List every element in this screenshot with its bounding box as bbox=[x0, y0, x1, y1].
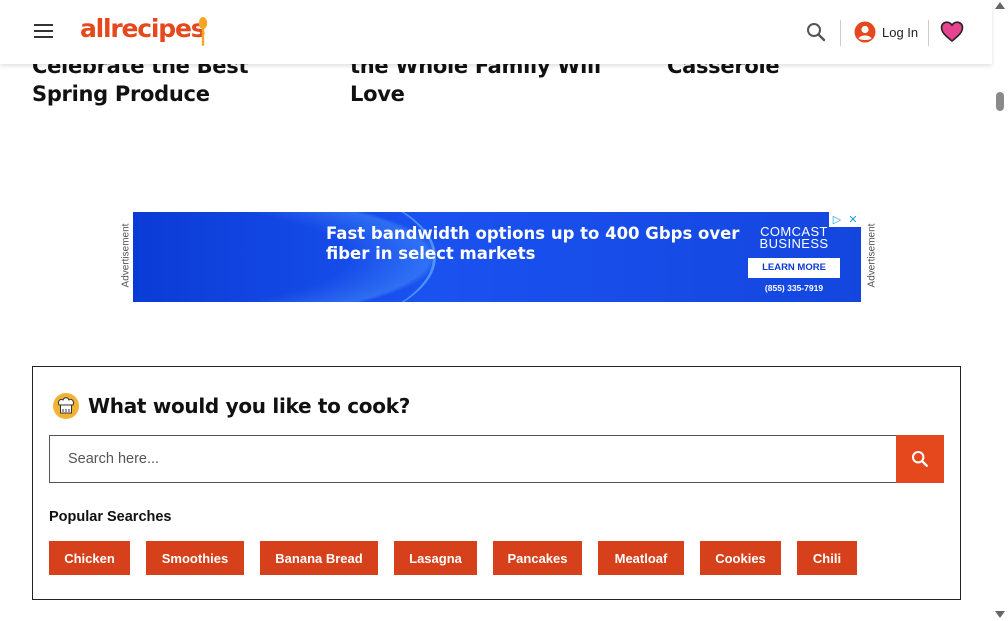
popular-search-chip[interactable]: Meatloaf bbox=[598, 541, 684, 575]
cook-search-title: What would you like to cook? bbox=[88, 394, 410, 418]
popular-search-chip[interactable]: Lasagna bbox=[394, 541, 477, 575]
ad-learn-more-button[interactable]: LEARN MORE bbox=[748, 258, 840, 278]
recipe-search-field[interactable] bbox=[49, 435, 897, 483]
popular-search-chip[interactable]: Pancakes bbox=[493, 541, 582, 575]
ad-brand-line2: BUSINESS bbox=[759, 236, 829, 251]
login-label: Log In bbox=[882, 24, 919, 40]
allrecipes-logo[interactable]: allrecipes bbox=[80, 14, 206, 43]
comcast-ad-banner[interactable]: Fast bandwidth options up to 400 Gbps ov… bbox=[133, 212, 861, 302]
scroll-up-arrow-icon[interactable] bbox=[995, 2, 1005, 9]
spoon-icon bbox=[198, 17, 208, 46]
recipe-search-button[interactable] bbox=[896, 435, 944, 483]
recipe-search-input[interactable] bbox=[66, 436, 880, 482]
search-icon[interactable] bbox=[806, 22, 826, 42]
close-icon[interactable]: ✕ bbox=[845, 212, 861, 227]
search-icon bbox=[911, 450, 928, 467]
adchoices-icon[interactable]: ▷ bbox=[829, 212, 845, 227]
ad-side-label: Advertisement bbox=[866, 223, 878, 288]
header-divider bbox=[840, 20, 841, 46]
ad-side-label: Advertisement bbox=[120, 223, 132, 288]
ad-headline: Fast bandwidth options up to 400 Gbps ov… bbox=[326, 224, 740, 263]
hamburger-icon[interactable] bbox=[34, 23, 54, 39]
cook-search-heading: What would you like to cook? bbox=[52, 392, 410, 420]
header-divider bbox=[928, 20, 929, 46]
login-button[interactable]: Log In bbox=[854, 21, 918, 43]
popular-search-chip[interactable]: Chili bbox=[797, 541, 857, 575]
scroll-down-arrow-icon[interactable] bbox=[995, 611, 1005, 618]
scrollbar-thumb[interactable] bbox=[996, 92, 1004, 111]
popular-search-chip[interactable]: Chicken bbox=[49, 541, 130, 575]
heart-icon[interactable] bbox=[940, 20, 964, 44]
popular-searches-label: Popular Searches bbox=[49, 509, 172, 525]
page-scrollbar[interactable] bbox=[992, 0, 1008, 621]
site-header: allrecipes Log In bbox=[0, 0, 992, 64]
account-circle-icon bbox=[854, 21, 876, 43]
popular-search-chip[interactable]: Banana Bread bbox=[260, 541, 378, 575]
popular-search-chip[interactable]: Cookies bbox=[700, 541, 781, 575]
ad-choice-controls: ▷ ✕ bbox=[829, 212, 861, 227]
ad-brand: COMCAST BUSINESS bbox=[748, 225, 840, 251]
popular-search-chip[interactable]: Smoothies bbox=[146, 541, 244, 575]
ad-phone: (855) 335-7919 bbox=[764, 283, 824, 293]
chef-hat-icon bbox=[53, 393, 79, 419]
